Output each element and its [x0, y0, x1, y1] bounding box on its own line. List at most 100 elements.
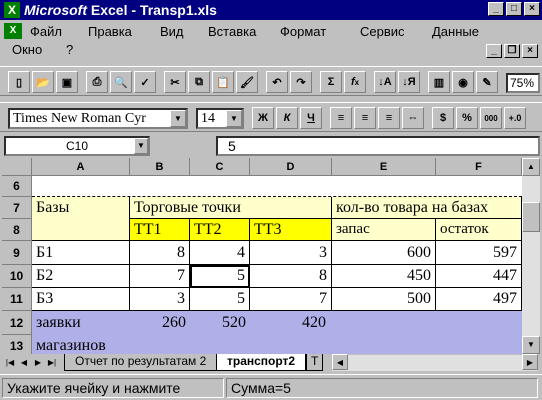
autosum-icon[interactable]: Σ [320, 71, 342, 93]
scroll-down-icon[interactable]: ▼ [522, 336, 540, 354]
cell-a11[interactable]: Б3 [32, 288, 130, 311]
cell-b12[interactable]: 260 [130, 311, 190, 335]
close-button[interactable]: × [524, 2, 540, 16]
cell-f11[interactable]: 497 [436, 288, 522, 311]
cell-a13[interactable]: магазинов [32, 335, 130, 354]
scroll-right-icon[interactable]: ▶ [522, 354, 538, 370]
cell-b7[interactable]: Торговые точки [130, 197, 332, 219]
font-select[interactable]: Times New Roman Cyr ▼ [8, 108, 188, 129]
copy-icon[interactable]: ⧉ [188, 71, 210, 93]
doc-minimize-button[interactable]: _ [486, 44, 502, 58]
cell-c8[interactable]: ТТ2 [190, 219, 250, 241]
paste-icon[interactable]: 📋 [212, 71, 234, 93]
cell-d9[interactable]: 3 [250, 241, 332, 265]
doc-restore-button[interactable]: ❐ [504, 44, 520, 58]
sort-ascending-icon[interactable]: ↓A [374, 71, 396, 93]
column-header-f[interactable]: F [436, 158, 522, 176]
cell-f9[interactable]: 597 [436, 241, 522, 265]
workbook-icon[interactable]: X [4, 23, 22, 39]
function-icon[interactable]: fx [344, 71, 366, 93]
save-icon[interactable]: ▣ [56, 71, 78, 93]
row-header-13[interactable]: 13 [2, 335, 32, 354]
increase-decimal-icon[interactable]: +.0 [504, 107, 526, 129]
align-right-icon[interactable]: ≡ [378, 107, 400, 129]
cell-d8[interactable]: ТТ3 [250, 219, 332, 241]
menu-window[interactable]: Окно [12, 42, 42, 57]
cell-e8[interactable]: запас [332, 219, 436, 241]
print-preview-icon[interactable]: 🔍 [110, 71, 132, 93]
name-box[interactable]: C10 ▼ [4, 136, 150, 156]
spelling-icon[interactable]: ✓ [134, 71, 156, 93]
sort-descending-icon[interactable]: ↓Я [398, 71, 420, 93]
menu-edit[interactable]: Правка [88, 24, 132, 39]
cell-d12[interactable]: 420 [250, 311, 332, 335]
row-header-10[interactable]: 10 [2, 265, 32, 288]
row-header-7[interactable]: 7 [2, 197, 32, 219]
cell-b8[interactable]: ТТ1 [130, 219, 190, 241]
chevron-down-icon[interactable]: ▼ [134, 138, 148, 154]
underline-button[interactable]: Ч [300, 107, 322, 129]
merge-center-icon[interactable]: ⇔ [402, 107, 424, 129]
chart-wizard-icon[interactable]: ▥ [428, 71, 450, 93]
column-header-b[interactable]: B [130, 158, 190, 176]
cell-c12[interactable]: 520 [190, 311, 250, 335]
prev-sheet-icon[interactable]: ◀ [18, 355, 30, 370]
row-header-9[interactable]: 9 [2, 241, 32, 265]
scroll-left-icon[interactable]: ◀ [332, 354, 348, 370]
cell-f8[interactable]: остаток [436, 219, 522, 241]
cell-e10[interactable]: 450 [332, 265, 436, 288]
cut-icon[interactable]: ✂ [164, 71, 186, 93]
menu-data[interactable]: Данные [432, 24, 479, 39]
cell-d11[interactable]: 7 [250, 288, 332, 311]
menu-view[interactable]: Вид [160, 24, 184, 39]
sheet-tab-report[interactable]: Отчет по результатам 2 [64, 354, 218, 371]
bold-button[interactable]: Ж [252, 107, 274, 129]
row-header-6[interactable]: 6 [2, 176, 32, 197]
align-left-icon[interactable]: ≡ [330, 107, 352, 129]
menu-tools[interactable]: Сервис [360, 24, 405, 39]
scroll-thumb[interactable] [522, 202, 540, 232]
select-all-corner[interactable] [2, 158, 32, 176]
cell-b9[interactable]: 8 [130, 241, 190, 265]
cell-f10[interactable]: 447 [436, 265, 522, 288]
cell-e11[interactable]: 500 [332, 288, 436, 311]
cell-c11[interactable]: 5 [190, 288, 250, 311]
cell-a7[interactable]: Базы [32, 197, 130, 241]
row-header-12[interactable]: 12 [2, 311, 32, 335]
open-icon[interactable]: 📂 [32, 71, 54, 93]
column-header-c[interactable]: C [190, 158, 250, 176]
next-sheet-icon[interactable]: ▶ [32, 355, 44, 370]
cell-d10[interactable]: 8 [250, 265, 332, 288]
sheet-tab-transport2[interactable]: транспорт2 [216, 354, 307, 371]
redo-icon[interactable]: ↷ [290, 71, 312, 93]
column-header-a[interactable]: A [32, 158, 130, 176]
first-sheet-icon[interactable]: |◀ [4, 355, 16, 370]
print-icon[interactable]: ⎙ [86, 71, 108, 93]
undo-icon[interactable]: ↶ [266, 71, 288, 93]
vertical-scrollbar[interactable]: ▲ ▼ [522, 158, 540, 354]
cell-e9[interactable]: 600 [332, 241, 436, 265]
column-header-d[interactable]: D [250, 158, 332, 176]
sheet-tab-partial[interactable]: Т [306, 354, 324, 371]
cell-a12[interactable]: заявки [32, 311, 130, 335]
menu-insert[interactable]: Вставка [208, 24, 256, 39]
row-header-8[interactable]: 8 [2, 219, 32, 241]
minimize-button[interactable]: _ [488, 2, 504, 16]
cell-e7[interactable]: кол-во товара на базах [332, 197, 522, 219]
menu-help[interactable]: ? [66, 42, 73, 57]
new-icon[interactable]: ▯ [8, 71, 30, 93]
cell-a9[interactable]: Б1 [32, 241, 130, 265]
zoom-select[interactable]: 75% [506, 73, 540, 93]
italic-button[interactable]: К [276, 107, 298, 129]
font-size-select[interactable]: 14 ▼ [196, 108, 244, 129]
menu-format[interactable]: Формат [280, 24, 326, 39]
percent-button[interactable]: % [456, 107, 478, 129]
currency-icon[interactable]: $ [432, 107, 454, 129]
menu-file[interactable]: Файл [30, 24, 62, 39]
cell-c10-selected[interactable]: 5 [190, 265, 250, 288]
doc-close-button[interactable]: × [522, 44, 538, 58]
drawing-icon[interactable]: ✎ [476, 71, 498, 93]
column-header-e[interactable]: E [332, 158, 436, 176]
cell-b10[interactable]: 7 [130, 265, 190, 288]
align-center-icon[interactable]: ≡ [354, 107, 376, 129]
